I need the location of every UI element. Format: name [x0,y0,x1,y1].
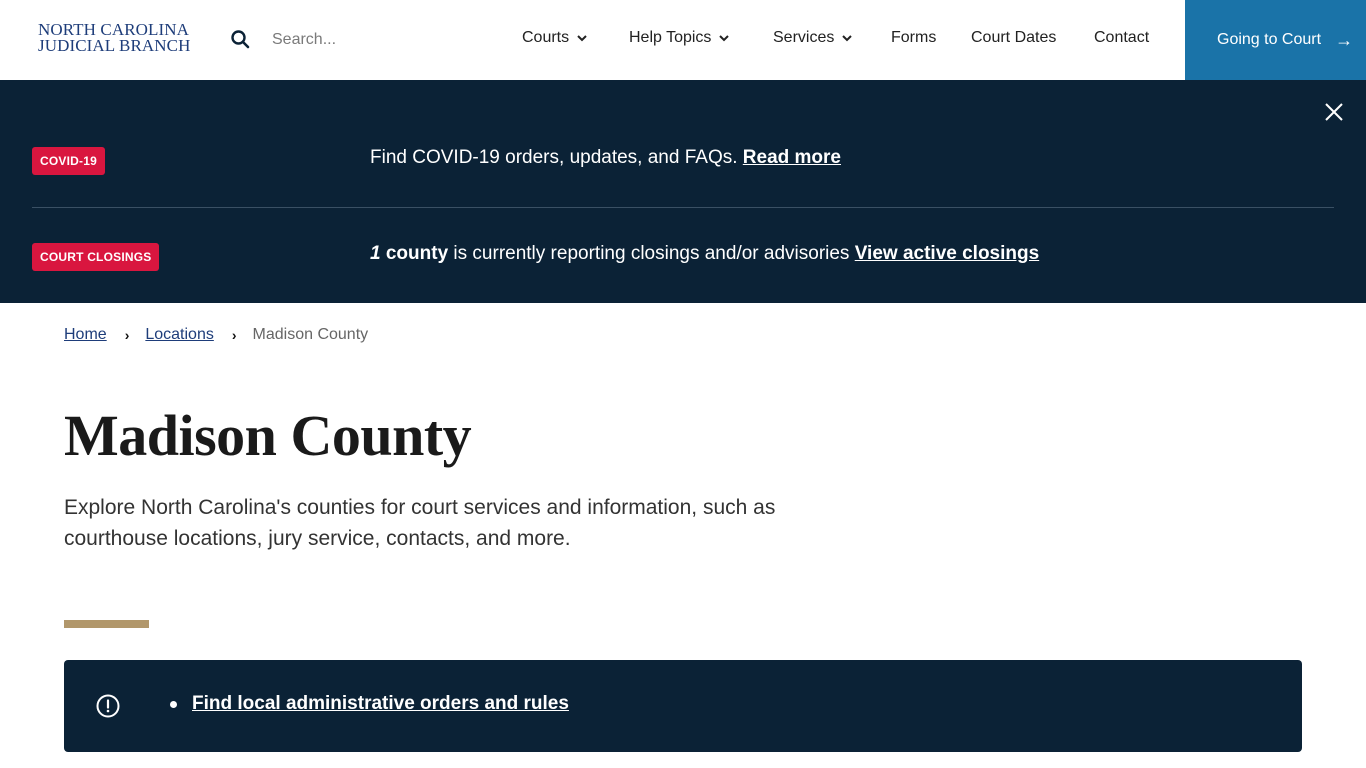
alert-divider [32,207,1334,208]
breadcrumb-separator-icon: › [124,327,130,343]
list-item: Find local administrative orders and rul… [170,693,569,715]
going-to-court-button[interactable]: Going to Court → [1185,0,1366,80]
search-icon[interactable] [230,29,250,49]
nav-help-topics-label: Help Topics [629,29,712,46]
chevron-down-icon [842,34,853,41]
alert-circle-icon [96,694,120,718]
closings-alert-message: is currently reporting closings and/or a… [453,243,850,264]
page-title: Madison County [64,403,472,468]
page-intro: Explore North Carolina's counties for co… [64,496,776,550]
nav-court-dates[interactable]: Court Dates [971,29,1056,47]
nav-forms[interactable]: Forms [891,29,936,47]
closings-alert-text: 1 county is currently reporting closings… [370,243,1039,265]
view-active-closings-link[interactable]: View active closings [855,243,1039,264]
chevron-down-icon [719,34,730,41]
nav-contact[interactable]: Contact [1094,29,1149,47]
arrow-right-icon: → [1335,29,1354,50]
covid-badge: COVID-19 [32,147,105,175]
breadcrumb-separator-icon: › [231,327,237,343]
accent-divider [64,620,149,628]
admin-orders-link[interactable]: Find local administrative orders and rul… [192,693,569,715]
search-input[interactable] [262,24,462,56]
closings-count: 1 [370,243,381,264]
info-box: Find local administrative orders and rul… [64,660,1302,752]
chevron-down-icon [577,34,587,41]
nav-services-label: Services [773,29,835,46]
info-links-list: Find local administrative orders and rul… [170,693,569,715]
breadcrumb-locations[interactable]: Locations [145,326,214,344]
alert-banner [0,80,1366,303]
breadcrumb-current: Madison County [252,326,369,343]
close-icon[interactable] [1323,101,1345,123]
nav-courts[interactable]: Courts [522,29,587,47]
site-header: NORTH CAROLINA JUDICIAL BRANCH Courts He… [0,0,1366,80]
nav-contact-label: Contact [1094,29,1150,46]
bullet-icon [170,700,177,708]
nav-court-dates-label: Court Dates [971,29,1057,46]
nav-services[interactable]: Services [773,29,853,47]
logo-line-2: JUDICIAL BRANCH [38,36,191,55]
court-closings-badge: COURT CLOSINGS [32,243,160,271]
covid-alert-message: Find COVID-19 orders, updates, and FAQs. [370,147,738,168]
site-logo[interactable]: NORTH CAROLINA JUDICIAL BRANCH [38,21,191,55]
covid-alert-text: Find COVID-19 orders, updates, and FAQs.… [370,147,841,169]
closings-count-label: county [385,243,449,264]
nav-courts-label: Courts [522,29,570,46]
breadcrumb-home[interactable]: Home [64,326,107,344]
going-to-court-label: Going to Court [1217,31,1322,48]
read-more-link[interactable]: Read more [743,147,841,168]
nav-forms-label: Forms [891,29,937,46]
breadcrumb: Home › Locations › Madison County [64,326,368,344]
nav-help-topics[interactable]: Help Topics [629,29,730,47]
